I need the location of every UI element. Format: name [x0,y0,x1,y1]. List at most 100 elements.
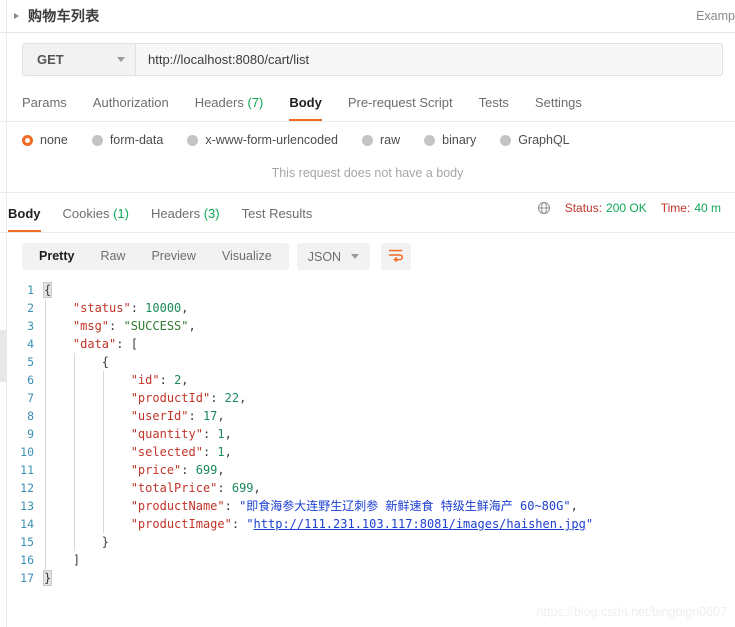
response-link[interactable]: http://111.231.103.117:8081/images/haish… [254,517,586,531]
request-tab-body[interactable]: Body [289,95,322,121]
response-header: Body Cookies (1) Headers (3) Test Results S… [0,193,735,233]
code-text: "msg": "SUCCESS", [44,317,196,335]
view-mode-preview[interactable]: Preview [138,243,208,270]
request-tab-headers[interactable]: Headers (7) [195,95,264,121]
body-type-form-data[interactable]: form-data [91,133,163,147]
response-tabs: Body Cookies (1) Headers (3) Test Results [0,206,334,232]
line-number: 8 [27,409,34,423]
request-name-bar: 购物车列表 Examp [0,0,735,33]
tab-label: Cookies [62,206,110,221]
line-number: 17 [20,571,34,585]
view-mode-pretty[interactable]: Pretty [26,243,87,270]
code-text: "quantity": 1, [44,425,232,443]
request-tab-settings[interactable]: Settings [535,95,582,121]
status-value[interactable]: 200 OK [606,201,647,215]
http-method-label: GET [37,52,64,67]
url-input[interactable]: http://localhost:8080/cart/list [135,43,723,76]
view-mode-raw[interactable]: Raw [87,243,138,270]
response-meta: Status: 200 OK Time: 40 m [537,201,735,215]
url-text: http://localhost:8080/cart/list [148,52,310,67]
matching-brace: } [42,570,53,586]
token-p: , [224,427,232,441]
request-tab-tests[interactable]: Tests [479,95,509,121]
token-p: , [217,463,225,477]
indent-guide [73,353,75,551]
line-number: 13 [20,499,34,513]
line-number: 6 [27,373,34,387]
body-type-graphql[interactable]: GraphQL [500,133,570,147]
examples-button[interactable]: Examp [696,9,735,23]
token-p: : [130,301,146,315]
token-p: : [202,427,218,441]
tab-label: Body [289,95,322,110]
token-p: { [101,355,110,369]
view-mode-segment: Pretty Raw Preview Visualize [22,243,289,270]
code-line: 12 "totalPrice": 699, [0,479,735,497]
code-line: 16 ] [0,551,735,569]
code-text: "totalPrice": 699, [44,479,261,497]
radio-icon [91,134,103,146]
wrap-lines-button[interactable] [381,243,412,270]
line-number: 4 [27,337,34,351]
response-tab-cookies[interactable]: Cookies (1) [63,206,129,232]
token-p: , [217,409,225,423]
code-text: "status": 10000, [44,299,189,317]
token-p: : [210,391,225,405]
body-type-radio-group: none form-data x-www-form-urlencoded raw bin… [0,122,735,157]
http-method-select[interactable]: GET [22,43,135,76]
response-format-select[interactable]: JSON [296,243,371,270]
code-line: 3 "msg": "SUCCESS", [0,317,735,335]
token-n: 699 [231,481,254,495]
globe-icon [537,201,551,215]
radio-icon [22,134,33,146]
token-p: , [253,481,261,495]
token-k: "price" [130,463,182,477]
indent-guide [102,371,104,533]
token-k: "quantity" [130,427,203,441]
code-line: 17} [0,569,735,587]
body-type-binary[interactable]: binary [424,133,476,147]
radio-icon [187,134,199,146]
code-line: 10 "selected": 1, [0,443,735,461]
body-type-none[interactable]: none [22,133,68,147]
token-k: "msg" [72,319,110,333]
code-line: 13 "productName": "即食海参大连野生辽刺参 新鲜速食 特级生鲜… [0,497,735,515]
token-s: "即食海参大连野生辽刺参 新鲜速食 特级生鲜海产 60~80G" [239,499,571,513]
token-k: "status" [72,301,131,315]
code-line: 9 "quantity": 1, [0,425,735,443]
line-number: 3 [27,319,34,333]
token-n: 10000 [145,301,182,315]
code-text: "price": 699, [44,461,225,479]
line-number: 15 [20,535,34,549]
response-tab-body[interactable]: Body [8,206,41,232]
request-tab-pre-request-script[interactable]: Pre-request Script [348,95,453,121]
radio-label: raw [380,133,401,147]
body-type-x-www-form-urlencoded[interactable]: x-www-form-urlencoded [187,133,338,147]
tab-label: Params [22,95,67,110]
view-mode-visualize[interactable]: Visualize [209,243,285,270]
body-type-raw[interactable]: raw [362,133,400,147]
response-body-code[interactable]: 1{2 "status": 10000, 3 "msg": "SUCCESS", 4… [0,279,735,587]
code-text: "productName": "即食海参大连野生辽刺参 新鲜速食 特级生鲜海产 … [44,497,578,515]
triangle-right-icon[interactable] [14,13,19,19]
token-k: "productImage" [130,517,232,531]
request-tab-authorization[interactable]: Authorization [93,95,169,121]
response-tab-test-results[interactable]: Test Results [242,206,313,232]
radio-icon [362,134,373,146]
token-p: : [217,481,232,495]
code-text: "data": [ [44,335,138,353]
request-tab-params[interactable]: Params [22,95,67,121]
token-p: : [159,373,175,387]
wrap-lines-icon [388,248,404,265]
code-line: 8 "userId": 17, [0,407,735,425]
line-number: 5 [27,355,34,369]
token-k: "totalPrice" [130,481,218,495]
code-text: "productImage": "http://111.231.103.117:… [44,515,593,533]
token-p: : [202,445,218,459]
tab-label: Pre-request Script [347,95,453,110]
request-name: 购物车列表 [28,8,100,24]
response-tab-headers[interactable]: Headers (3) [151,206,220,232]
token-n: 17 [202,409,218,423]
tab-count: (1) [109,206,129,221]
token-g: "SUCCESS" [123,319,189,333]
